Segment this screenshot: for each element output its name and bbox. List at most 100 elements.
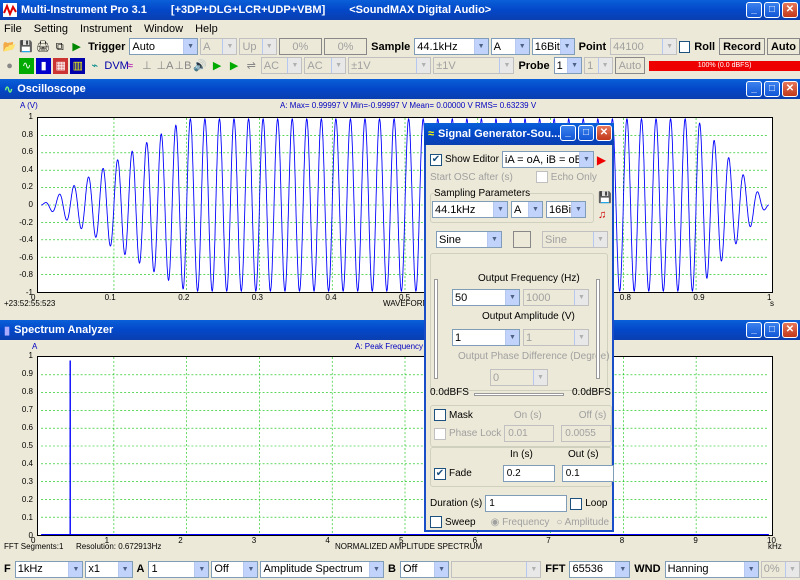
trigger-direction-select[interactable]: Up ▼ bbox=[239, 38, 277, 55]
close-button[interactable]: ✕ bbox=[782, 2, 798, 18]
spectrum-icon[interactable]: ▮ bbox=[36, 57, 52, 74]
menu-help[interactable]: Help bbox=[195, 23, 218, 35]
generator-icon[interactable]: ≈ bbox=[122, 58, 137, 74]
osc-minimize-button[interactable]: _ bbox=[746, 81, 762, 97]
editor-formula-select[interactable]: iA = oA, iB = oB ▼ bbox=[501, 151, 594, 168]
echo-only-checkbox[interactable] bbox=[535, 171, 548, 183]
overlap-select[interactable]: 0% ▼ bbox=[760, 560, 800, 578]
oscilloscope-icon[interactable]: ∿ bbox=[19, 57, 35, 74]
coupling-b-select[interactable]: AC ▼ bbox=[304, 57, 347, 74]
trigger-level-field[interactable]: 0% bbox=[278, 38, 322, 55]
channel-b-icon[interactable]: ⊥ bbox=[139, 58, 154, 74]
phase-lock-checkbox[interactable] bbox=[434, 427, 446, 440]
probe-a-select[interactable]: 1 ▼ bbox=[553, 57, 583, 74]
loop-checkbox[interactable] bbox=[570, 497, 583, 510]
opt2-select[interactable]: Off ▼ bbox=[399, 560, 450, 578]
phase-select[interactable]: 0 ▼ bbox=[490, 369, 548, 386]
copy-icon[interactable]: ⧉ bbox=[52, 39, 67, 55]
siggen-close-button[interactable]: ✕ bbox=[596, 125, 612, 141]
probe-auto-button[interactable]: Auto bbox=[614, 57, 646, 74]
wave-edit-button[interactable] bbox=[513, 231, 531, 248]
siggen-channel-select[interactable]: A ▼ bbox=[511, 201, 543, 218]
sweep-frequency-radio[interactable]: ◉ Frequency bbox=[491, 517, 550, 528]
sweep-amplitude-radio[interactable]: ○ Amplitude bbox=[556, 517, 609, 528]
open-icon[interactable]: 📂 bbox=[2, 39, 17, 55]
speaker-icon[interactable]: 🔊 bbox=[193, 58, 208, 74]
probe-b-select[interactable]: 1 ▼ bbox=[584, 57, 613, 74]
record-button[interactable]: Record bbox=[719, 38, 765, 55]
spec-maximize-button[interactable]: □ bbox=[764, 322, 780, 338]
opt3-select[interactable]: ▼ bbox=[451, 560, 542, 578]
spec-minimize-button[interactable]: _ bbox=[746, 322, 762, 338]
menu-window[interactable]: Window bbox=[144, 23, 183, 35]
menu-setting[interactable]: Setting bbox=[34, 23, 68, 35]
mode-select[interactable]: Amplitude Spectrum ▼ bbox=[260, 560, 385, 578]
fade-in-input[interactable]: 0.2 bbox=[502, 465, 555, 482]
spectrogram-icon[interactable]: ▥ bbox=[70, 57, 86, 74]
trigger-mode-select[interactable]: Auto ▼ bbox=[129, 38, 199, 55]
menu-instrument[interactable]: Instrument bbox=[80, 23, 132, 35]
siggen-maximize-button[interactable]: □ bbox=[578, 125, 594, 141]
play-loop-icon[interactable]: ▶ bbox=[227, 58, 242, 74]
freq-a-select[interactable]: 50 ▼ bbox=[452, 289, 520, 306]
duration-input[interactable]: 1 bbox=[485, 495, 568, 512]
freq-range-select[interactable]: 1kHz ▼ bbox=[14, 560, 84, 578]
music-icon[interactable]: ♫ bbox=[598, 209, 606, 221]
maximize-button[interactable]: □ bbox=[764, 2, 780, 18]
mask-off-input[interactable]: 0.0055 bbox=[561, 425, 612, 442]
zoom-select[interactable]: x1 ▼ bbox=[85, 560, 133, 578]
amp-b-select[interactable]: 1 ▼ bbox=[523, 329, 589, 346]
save-icon[interactable]: 💾 bbox=[19, 39, 34, 55]
stop-icon[interactable]: ⇌ bbox=[244, 58, 259, 74]
amp-a-select[interactable]: 1 ▼ bbox=[452, 329, 520, 346]
fade-out-input[interactable]: 0.1 bbox=[561, 465, 614, 482]
osc-close-button[interactable]: ✕ bbox=[782, 81, 798, 97]
record-dot-icon[interactable]: ● bbox=[2, 58, 17, 74]
show-editor-checkbox[interactable]: ✔ bbox=[430, 153, 442, 166]
auto-button[interactable]: Auto bbox=[766, 38, 800, 55]
window-select[interactable]: Hanning ▼ bbox=[664, 560, 759, 578]
channel-b2-icon[interactable]: ⊥B bbox=[175, 58, 192, 74]
points-select[interactable]: 44100 ▼ bbox=[610, 38, 678, 55]
sweep-checkbox[interactable] bbox=[430, 516, 442, 528]
wave-b-select[interactable]: Sine ▼ bbox=[542, 231, 608, 248]
level-slider-a[interactable] bbox=[434, 279, 438, 379]
fft-size-select[interactable]: 65536 ▼ bbox=[569, 560, 631, 578]
menu-file[interactable]: File bbox=[4, 23, 22, 35]
spectrum-plot[interactable] bbox=[37, 356, 773, 536]
multimeter-icon[interactable]: DVM bbox=[104, 58, 128, 74]
level-slider-b[interactable] bbox=[596, 279, 600, 379]
save-icon[interactable]: 💾 bbox=[598, 191, 612, 204]
fade-checkbox[interactable]: ✔ bbox=[434, 467, 446, 480]
trigger-channel-select[interactable]: A ▼ bbox=[200, 38, 238, 55]
play-icon[interactable]: ▶ bbox=[597, 153, 606, 167]
bits-select[interactable]: 16Bit ▼ bbox=[531, 38, 575, 55]
spec-close-button[interactable]: ✕ bbox=[782, 322, 798, 338]
siggen-minimize-button[interactable]: _ bbox=[560, 125, 576, 141]
wave-a-select[interactable]: Sine ▼ bbox=[436, 231, 502, 248]
spectrum-3d-icon[interactable]: ▦ bbox=[53, 57, 69, 74]
sample-channel-select[interactable]: A ▼ bbox=[490, 38, 530, 55]
balance-slider[interactable] bbox=[474, 393, 564, 396]
minimize-button[interactable]: _ bbox=[746, 2, 762, 18]
range-b-select[interactable]: ±1V ▼ bbox=[433, 57, 515, 74]
print-icon[interactable]: 🖨 bbox=[36, 39, 51, 55]
osc-maximize-button[interactable]: □ bbox=[764, 81, 780, 97]
siggen-rate-select[interactable]: 44.1kHz ▼ bbox=[432, 201, 508, 218]
coupling-a-select[interactable]: AC ▼ bbox=[260, 57, 303, 74]
mask-checkbox[interactable] bbox=[434, 409, 446, 421]
mask-on-input[interactable]: 0.01 bbox=[504, 425, 555, 442]
opt1-select[interactable]: Off ▼ bbox=[211, 560, 259, 578]
sample-rate-select[interactable]: 44.1kHz ▼ bbox=[414, 38, 489, 55]
channel-num-select[interactable]: 1 ▼ bbox=[148, 560, 210, 578]
run-icon[interactable]: ▶ bbox=[69, 39, 84, 55]
play-icon[interactable]: ▶ bbox=[210, 58, 225, 74]
freq-b-select[interactable]: 1000 ▼ bbox=[523, 289, 589, 306]
oscilloscope-plot[interactable] bbox=[37, 117, 773, 293]
channel-a-icon[interactable]: ⊥A bbox=[157, 58, 174, 74]
dvm-icon[interactable]: ⌁ bbox=[87, 58, 102, 74]
range-a-select[interactable]: ±1V ▼ bbox=[348, 57, 432, 74]
roll-checkbox[interactable] bbox=[679, 40, 691, 53]
siggen-bits-select[interactable]: 16Bit ▼ bbox=[546, 201, 586, 218]
trigger-delay-field[interactable]: 0% bbox=[323, 38, 368, 55]
